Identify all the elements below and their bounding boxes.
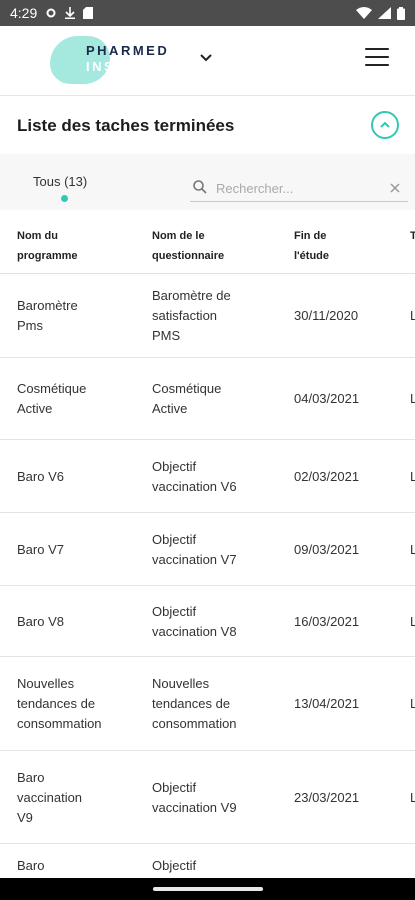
sd-card-icon: [83, 7, 94, 19]
system-nav-bar: [0, 878, 415, 900]
cell-extra: L: [410, 613, 415, 629]
status-bar: 4:29: [0, 0, 415, 26]
cell-end-date: 16/03/2021: [294, 613, 360, 629]
header-program[interactable]: Nom du programme: [17, 226, 137, 266]
cell-questionnaire: Cosmétique Active: [152, 381, 222, 416]
cell-program: Baromètre Pms: [17, 298, 78, 333]
cell-questionnaire: Objectif vaccination V9: [152, 779, 237, 815]
status-left: 4:29: [10, 5, 94, 21]
chevron-up-icon: [380, 121, 390, 128]
menu-line: [365, 56, 389, 58]
cell-extra: L: [410, 696, 415, 711]
table-row[interactable]: Baro V7 Objectif vaccination V7 09/03/20…: [0, 513, 415, 586]
search-icon: [193, 180, 207, 194]
cell-extra: L: [410, 468, 415, 484]
logo-text-bottom: INSIGHT: [86, 59, 157, 74]
cell-end-date: 02/03/2021: [294, 468, 360, 484]
cell-questionnaire: Nouvelles tendances de consommation: [152, 676, 237, 731]
cell-program: Baro V6: [17, 468, 64, 484]
home-gesture-handle[interactable]: [153, 887, 263, 891]
header-extra[interactable]: T: [410, 226, 415, 246]
cell-end-date: 30/11/2020: [294, 308, 359, 323]
search-input[interactable]: [216, 176, 376, 200]
search-field: [190, 176, 408, 202]
menu-line: [365, 64, 389, 66]
signal-icon: [378, 7, 391, 19]
status-right: [356, 6, 405, 20]
cell-program: Nouvelles tendances de consommation: [17, 676, 102, 731]
wifi-icon: [356, 7, 372, 19]
settings-icon: [46, 8, 56, 18]
section-title: Liste des taches terminées: [17, 116, 235, 135]
cell-program: Baro V8: [17, 613, 64, 629]
table-row[interactable]: Baro V6 Objectif vaccination V6 02/03/20…: [0, 440, 415, 513]
clear-icon[interactable]: [388, 181, 402, 195]
cell-end-date: 23/03/2021: [294, 789, 360, 805]
app-header: PHARMED INSIGHT: [0, 26, 415, 96]
cell-extra: L: [410, 541, 415, 557]
hamburger-menu-button[interactable]: [365, 48, 389, 68]
table-row[interactable]: Cosmétique Active Cosmétique Active 04/0…: [0, 358, 415, 440]
cell-program: Baro: [17, 858, 45, 873]
cell-end-date: 04/03/2021: [294, 391, 360, 406]
table-row[interactable]: Baro V8 Objectif vaccination V8 16/03/20…: [0, 586, 415, 657]
cell-questionnaire: Objectif vaccination V7: [152, 531, 237, 567]
status-time: 4:29: [10, 5, 38, 21]
filter-bar: Tous (13): [0, 154, 415, 210]
header-end-date[interactable]: Fin de l'étude: [294, 226, 394, 266]
chevron-down-icon[interactable]: [196, 48, 216, 68]
table-row[interactable]: Nouvelles tendances de consommation Nouv…: [0, 657, 415, 751]
download-icon: [65, 7, 76, 19]
cell-questionnaire: Baromètre de satisfaction PMS: [152, 288, 231, 343]
menu-line: [365, 48, 389, 50]
cell-questionnaire: Objectif: [152, 858, 197, 873]
section-header: Liste des taches terminées: [0, 96, 415, 154]
cell-extra: L: [410, 789, 415, 805]
logo-text-top: PHARMED: [86, 43, 170, 58]
tab-all[interactable]: Tous (13): [33, 174, 87, 189]
cell-program: Cosmétique Active: [17, 381, 87, 416]
cell-end-date: 09/03/2021: [294, 541, 360, 557]
cell-questionnaire: Objectif vaccination V8: [152, 603, 237, 639]
table-header: Nom du programme Nom de le questionnaire…: [0, 210, 415, 274]
table-row[interactable]: Baro vaccination V9 Objectif vaccination…: [0, 751, 415, 844]
header-questionnaire[interactable]: Nom de le questionnaire: [152, 226, 282, 266]
table-row[interactable]: Baromètre Pms Baromètre de satisfaction …: [0, 274, 415, 358]
collapse-button[interactable]: [371, 111, 399, 139]
cell-extra: L: [410, 391, 415, 406]
battery-icon: [397, 6, 405, 20]
cell-program: Baro V7: [17, 541, 64, 557]
cell-questionnaire: Objectif vaccination V6: [152, 458, 237, 494]
cell-program: Baro vaccination V9: [17, 769, 83, 825]
cell-end-date: 13/04/2021: [294, 696, 360, 711]
active-tab-indicator: [61, 195, 68, 202]
tasks-table: Nom du programme Nom de le questionnaire…: [0, 210, 415, 900]
cell-extra: L: [410, 308, 415, 323]
